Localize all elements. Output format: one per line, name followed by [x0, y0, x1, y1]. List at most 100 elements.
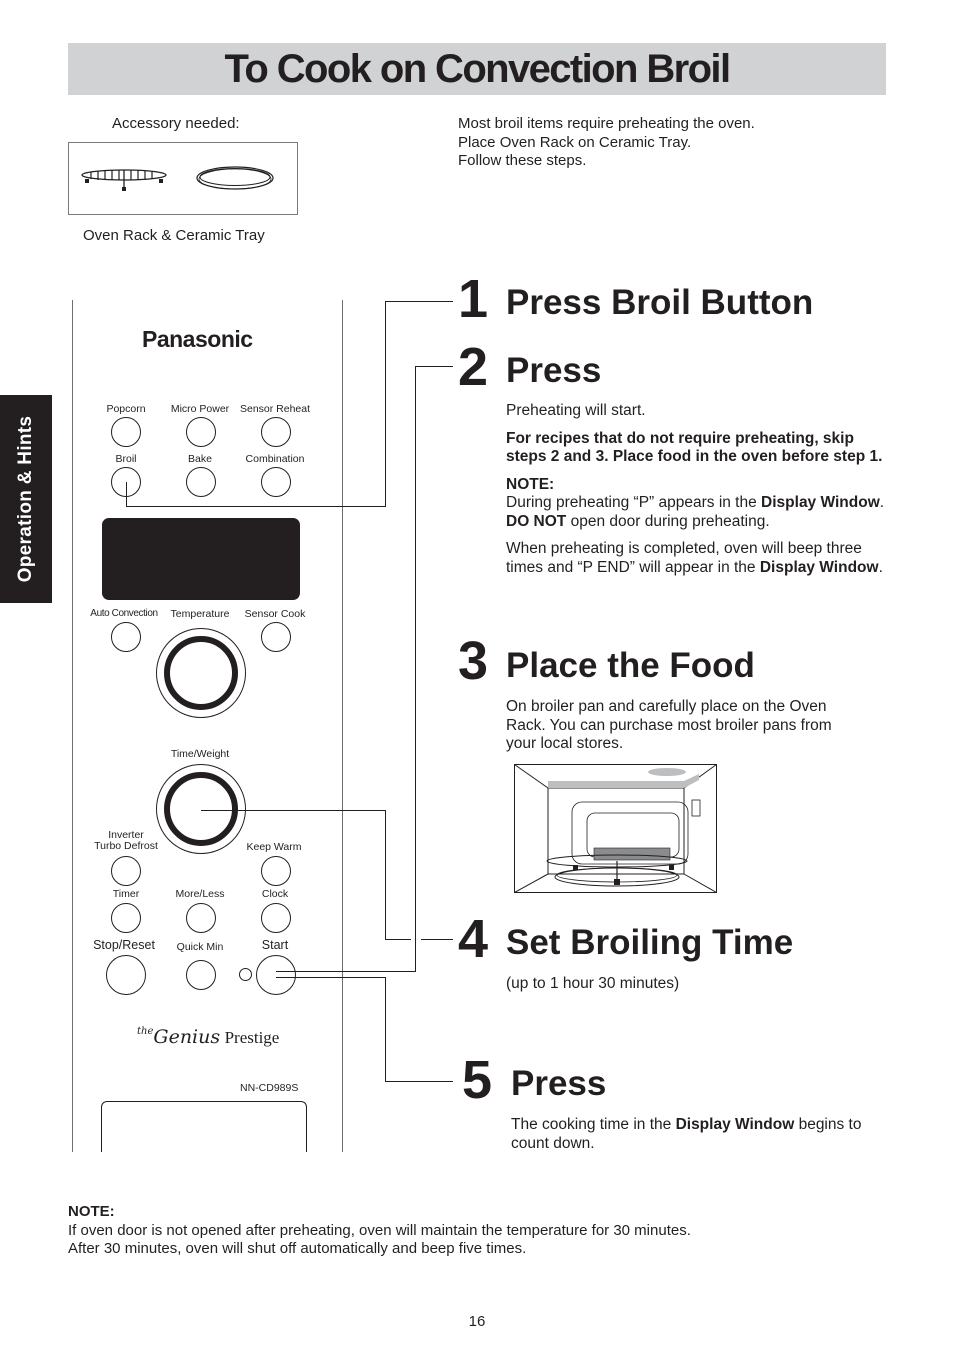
side-tab-label: Operation & Hints	[15, 415, 36, 583]
start-indicator-light	[239, 968, 252, 981]
oven-interior-icon	[514, 764, 717, 893]
accessory-box	[68, 142, 298, 215]
note-text: During preheating “P” appears in the	[506, 494, 762, 511]
step-2-note: NOTE: During preheating “P” appears in th…	[506, 476, 891, 532]
connector-step1	[126, 506, 386, 507]
footer-note: NOTE: If oven door is not opened after p…	[68, 1203, 691, 1259]
note-emphasis: DO NOT	[506, 512, 567, 530]
note-label: NOTE:	[506, 475, 555, 493]
series-name: Prestige	[224, 1028, 280, 1047]
model-number: NN-CD989S	[240, 1082, 299, 1094]
step-3-title: Place the Food	[506, 646, 755, 685]
keep-warm-button[interactable]	[261, 856, 291, 886]
connector-step4	[201, 810, 386, 811]
series-prefix: the	[137, 1026, 154, 1037]
connector-step4	[385, 939, 411, 940]
popcorn-label: Popcorn	[106, 403, 146, 415]
intro-line: Most broil items require preheating the …	[458, 115, 755, 132]
quick-min-label: Quick Min	[176, 941, 224, 953]
step-2-number: 2	[458, 337, 489, 397]
accessory-label: Accessory needed:	[112, 115, 240, 132]
accessory-caption: Oven Rack & Ceramic Tray	[83, 227, 265, 244]
panel-left-edge	[72, 300, 73, 1152]
connector-step1	[126, 482, 127, 506]
intro-line: Follow these steps.	[458, 152, 587, 169]
step-4-text: (up to 1 hour 30 minutes)	[506, 975, 680, 992]
connector-step1	[385, 301, 386, 507]
temperature-label: Temperature	[170, 608, 230, 620]
accessory-illustration	[81, 166, 274, 191]
connector-step2	[276, 971, 416, 972]
inverter-label-line1: Inverter	[108, 829, 144, 841]
combination-button[interactable]	[261, 467, 291, 497]
stop-reset-label: Stop/Reset	[93, 938, 155, 952]
footer-note-label: NOTE:	[68, 1203, 115, 1220]
page-title: To Cook on Convection Broil	[224, 47, 732, 91]
connector-step4	[421, 939, 453, 940]
more-less-label: More/Less	[175, 888, 225, 900]
series-logo: theGenius Prestige	[137, 1026, 279, 1048]
step-2-bold-note: For recipes that do not require preheati…	[506, 429, 883, 466]
note-emphasis: Display Window	[761, 494, 880, 511]
popcorn-button[interactable]	[111, 417, 141, 447]
bake-button[interactable]	[186, 467, 216, 497]
note-text: open door during preheating.	[566, 512, 770, 530]
note-text: .	[879, 494, 885, 511]
time-weight-dial[interactable]	[164, 772, 238, 846]
connector-step2	[415, 366, 416, 971]
series-script: Genius	[153, 1026, 221, 1048]
title-bar: To Cook on Convection Broil	[68, 43, 886, 95]
step-2-body: Preheating will start. For recipes that …	[506, 402, 891, 586]
more-less-button[interactable]	[186, 903, 216, 933]
ceramic-tray-icon	[196, 166, 274, 190]
time-weight-label: Time/Weight	[170, 748, 230, 760]
connector-step1	[385, 301, 453, 302]
section-side-tab: Operation & Hints	[0, 395, 52, 603]
intro-text: Most broil items require preheating the …	[458, 115, 755, 171]
step-3-text: On broiler pan and carefully place on th…	[506, 698, 832, 752]
step-5-number: 5	[462, 1050, 493, 1110]
sensor-reheat-label: Sensor Reheat	[239, 403, 311, 415]
step-1-title: Press Broil Button	[506, 283, 814, 322]
connector-step4	[385, 810, 386, 940]
inverter-turbo-defrost-button[interactable]	[111, 856, 141, 886]
step-2-completion-note: When preheating is completed, oven will …	[506, 540, 891, 577]
oven-rack-icon	[81, 169, 167, 191]
start-button[interactable]	[256, 955, 296, 995]
auto-convection-button[interactable]	[111, 622, 141, 652]
step-2-text: Preheating will start.	[506, 402, 646, 419]
brand-logo: Panasonic	[142, 326, 253, 352]
step-5-emphasis: Display Window	[675, 1116, 795, 1133]
connector-step5	[385, 977, 386, 1082]
step-4-number: 4	[458, 909, 489, 969]
step-5-text: The cooking time in the Display Window b…	[511, 1116, 901, 1153]
step-3-number: 3	[458, 631, 489, 691]
micro-power-label: Micro Power	[170, 403, 230, 415]
timer-label: Timer	[112, 888, 140, 900]
combination-label: Combination	[245, 453, 305, 465]
clock-button[interactable]	[261, 903, 291, 933]
clock-label: Clock	[261, 888, 289, 900]
page-number: 16	[468, 1313, 486, 1330]
footer-note-line: After 30 minutes, oven will shut off aut…	[68, 1240, 527, 1257]
temperature-dial[interactable]	[164, 636, 238, 710]
quick-min-button[interactable]	[186, 960, 216, 990]
panel-bottom-mask	[60, 1152, 360, 1166]
micro-power-button[interactable]	[186, 417, 216, 447]
step-5-text-part: The cooking time in the	[511, 1116, 676, 1133]
panel-right-edge	[342, 300, 343, 1152]
timer-button[interactable]	[111, 903, 141, 933]
connector-step5	[276, 977, 386, 978]
oven-interior-illustration	[514, 764, 717, 893]
note-text: .	[878, 558, 883, 576]
step-2-title: Press	[506, 351, 602, 390]
sensor-cook-label: Sensor Cook	[244, 608, 306, 620]
auto-convection-label: Auto Convection	[90, 608, 158, 619]
connector-step2	[415, 366, 453, 367]
sensor-reheat-button[interactable]	[261, 417, 291, 447]
step-5-title: Press	[511, 1064, 607, 1103]
stop-reset-button[interactable]	[106, 955, 146, 995]
sensor-cook-button[interactable]	[261, 622, 291, 652]
intro-line: Place Oven Rack on Ceramic Tray.	[458, 133, 692, 151]
connector-step5	[385, 1081, 453, 1082]
